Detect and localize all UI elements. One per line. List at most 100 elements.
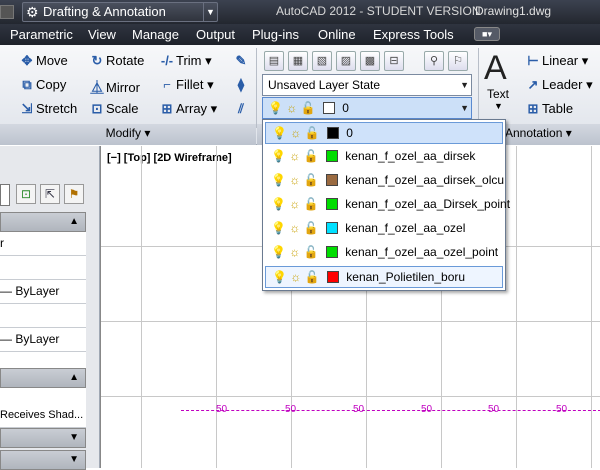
misc-section-header[interactable]: ▼: [0, 450, 86, 470]
layer-walk-icon[interactable]: ⚐: [448, 51, 468, 71]
pencil-icon: ✎: [235, 53, 247, 68]
copy-button[interactable]: ⧉ Copy: [18, 77, 66, 93]
workspace-combo[interactable]: ⚙ Drafting & Annotation ▼: [22, 2, 218, 22]
mirror-button[interactable]: ⏅ Mirror: [88, 77, 139, 96]
list-item[interactable]: r: [0, 232, 86, 256]
gear-icon: ⚙: [26, 4, 39, 20]
explode-button[interactable]: ⧫: [232, 77, 250, 93]
sun-icon[interactable]: ☼: [289, 197, 300, 211]
modify-panel-label[interactable]: Modify ▾: [0, 124, 256, 145]
unlock-icon[interactable]: 🔓: [304, 197, 319, 211]
rotate-button[interactable]: ↻ Rotate: [88, 53, 145, 69]
tab-online[interactable]: Online: [318, 27, 356, 42]
pickadd-icon[interactable]: ⚑: [64, 184, 84, 204]
offset-button[interactable]: ⫽: [232, 101, 250, 117]
lightbulb-icon[interactable]: 💡: [271, 197, 286, 211]
layer-copy-icon[interactable]: ⚲: [424, 51, 444, 71]
lightbulb-icon[interactable]: 💡: [271, 221, 286, 235]
color-swatch: [325, 150, 338, 162]
list-item[interactable]: — ByLayer: [0, 328, 86, 352]
unlock-icon[interactable]: 🔓: [305, 270, 320, 284]
tab-express-tools[interactable]: Express Tools: [373, 27, 454, 42]
offset-icon: ⫽: [238, 101, 244, 116]
sun-icon[interactable]: ☼: [289, 221, 300, 235]
3d-visualization-header[interactable]: ▲: [0, 368, 86, 388]
dimension-text: 50: [353, 404, 365, 415]
erase-button[interactable]: ✎: [232, 53, 250, 69]
sun-icon[interactable]: ☼: [289, 149, 300, 163]
leader-button[interactable]: ↗ Leader ▾: [524, 77, 593, 93]
layer-state-combo[interactable]: Unsaved Layer State ▼: [262, 74, 472, 96]
color-swatch: [326, 271, 339, 283]
sun-icon[interactable]: ☼: [290, 270, 301, 284]
layer-item-ozel[interactable]: 💡 ☼ 🔓 kenan_f_ozel_aa_ozel: [265, 218, 503, 240]
color-swatch: [325, 246, 338, 258]
array-button[interactable]: ⊞ Array ▾: [158, 101, 218, 117]
sun-icon[interactable]: ☼: [289, 245, 300, 259]
lightbulb-icon[interactable]: 💡: [272, 126, 287, 140]
list-item[interactable]: Receives Shad...: [0, 404, 86, 428]
unlock-icon[interactable]: 🔓: [305, 126, 320, 140]
fillet-icon: ⌐: [163, 77, 171, 92]
unlock-icon[interactable]: 🔓: [304, 221, 319, 235]
table-button[interactable]: ⊞ Table: [524, 101, 574, 117]
text-chevron-icon[interactable]: ▼: [494, 101, 503, 111]
list-item[interactable]: [0, 256, 86, 280]
layer-change-icon[interactable]: ⊟: [384, 51, 404, 71]
fillet-button[interactable]: ⌐ Fillet ▾: [158, 77, 213, 93]
list-item[interactable]: [0, 304, 86, 328]
layer-freeze-icon[interactable]: ▦: [288, 51, 308, 71]
unlock-icon[interactable]: 🔓: [304, 173, 319, 187]
general-section-header[interactable]: ▲: [0, 212, 86, 232]
rotate-icon: ↻: [91, 53, 103, 68]
app-title: AutoCAD 2012 - STUDENT VERSION: [276, 4, 481, 18]
sun-icon: ☼: [286, 101, 298, 115]
layer-combo[interactable]: 💡 ☼ 🔓 0 ▼: [262, 97, 472, 119]
object-select-combo[interactable]: [0, 184, 10, 206]
linear-button[interactable]: ⊢ Linear ▾: [524, 53, 588, 69]
move-button[interactable]: ✥ Move: [18, 53, 68, 69]
text-icon[interactable]: A: [484, 49, 507, 88]
quick-access-icon[interactable]: [0, 5, 14, 19]
layer-match-icon[interactable]: ▧: [312, 51, 332, 71]
tab-view[interactable]: View: [88, 27, 116, 42]
layer-item-dirsek-point[interactable]: 💡 ☼ 🔓 kenan_f_ozel_aa_Dirsek_point: [265, 194, 510, 216]
copy-icon: ⧉: [22, 77, 32, 92]
ribbon-minimize-button[interactable]: ■▾: [474, 27, 500, 41]
lightbulb-icon[interactable]: 💡: [271, 245, 286, 259]
quick-select-icon[interactable]: ⊡: [16, 184, 36, 204]
select-objects-icon[interactable]: ⇱: [40, 184, 60, 204]
tab-manage[interactable]: Manage: [132, 27, 179, 42]
layer-item-dirsek[interactable]: 💡 ☼ 🔓 kenan_f_ozel_aa_dirsek: [265, 146, 503, 168]
sun-icon[interactable]: ☼: [290, 126, 301, 140]
layer-isolate-icon[interactable]: ▨: [336, 51, 356, 71]
title-bar: ⚙ Drafting & Annotation ▼ AutoCAD 2012 -…: [0, 0, 600, 24]
layer-item-polietilen-boru[interactable]: 💡 ☼ 🔓 kenan_Polietilen_boru: [265, 266, 503, 288]
viewport-label[interactable]: [−] [Top] [2D Wireframe]: [107, 152, 232, 164]
scale-button[interactable]: ⊡ Scale: [88, 101, 139, 117]
stretch-button[interactable]: ⇲ Stretch: [18, 101, 78, 117]
dimension-text: 50: [285, 404, 297, 415]
unlock-icon[interactable]: 🔓: [304, 149, 319, 163]
unlock-icon[interactable]: 🔓: [304, 245, 319, 259]
lightbulb-icon[interactable]: 💡: [271, 149, 286, 163]
move-icon: ✥: [21, 53, 33, 68]
lightbulb-icon[interactable]: 💡: [271, 173, 286, 187]
color-swatch: [325, 198, 338, 210]
layer-properties-icon[interactable]: ▤: [264, 51, 284, 71]
lightbulb-icon[interactable]: 💡: [272, 270, 287, 284]
sun-icon[interactable]: ☼: [289, 173, 300, 187]
layer-item-dirsek-olcu[interactable]: 💡 ☼ 🔓 kenan_f_ozel_aa_dirsek_olcu: [265, 170, 504, 192]
list-item[interactable]: — ByLayer: [0, 280, 86, 304]
trim-button[interactable]: -/- Trim ▾: [158, 53, 212, 69]
text-button[interactable]: Text: [487, 87, 509, 101]
layer-item-0[interactable]: 💡 ☼ 🔓 0: [265, 122, 503, 144]
dimension-text: 50: [488, 404, 500, 415]
geometry-section-header[interactable]: ▼: [0, 428, 86, 448]
tab-output[interactable]: Output: [196, 27, 235, 42]
tab-parametric[interactable]: Parametric: [10, 27, 73, 42]
layer-lock-icon[interactable]: ▩: [360, 51, 380, 71]
chevron-down-icon[interactable]: ▼: [203, 3, 217, 21]
layer-item-ozel-point[interactable]: 💡 ☼ 🔓 kenan_f_ozel_aa_ozel_point: [265, 242, 503, 264]
tab-plug-ins[interactable]: Plug-ins: [252, 27, 299, 42]
